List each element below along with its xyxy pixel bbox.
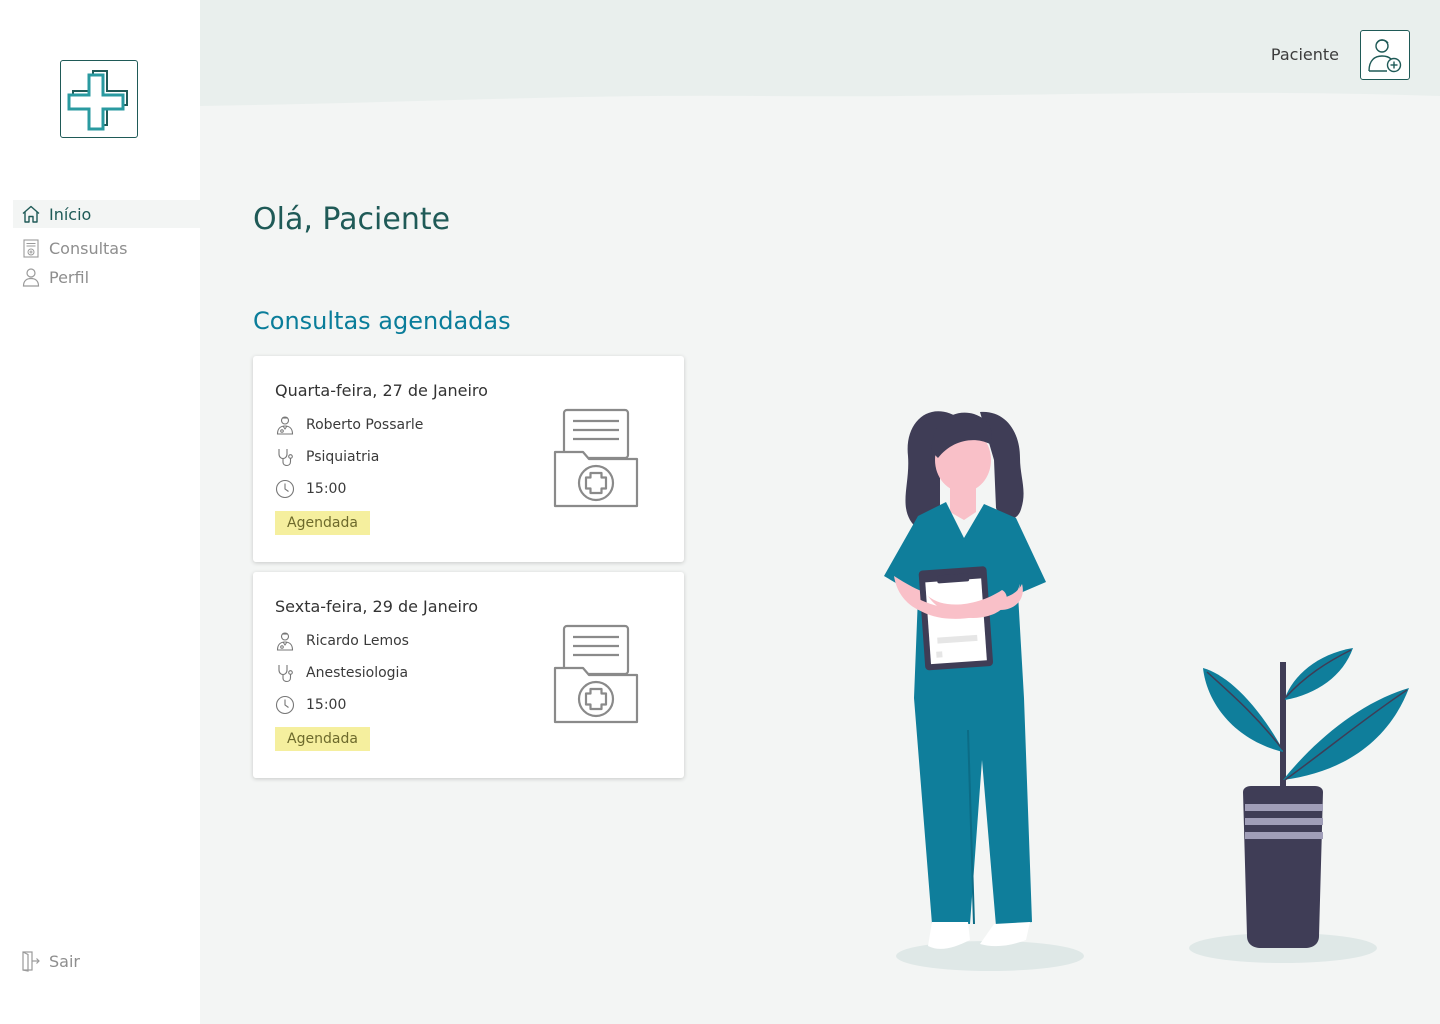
patient-avatar-icon [1368,39,1402,73]
sidebar-item-label: Perfil [49,267,90,287]
stethoscope-icon [278,665,293,683]
appointment-card[interactable]: Quarta-feira, 27 de Janeiro Roberto Poss… [253,356,684,562]
appointment-time: 15:00 [306,481,347,497]
specialty-name: Anestesiologia [306,665,409,681]
appointment-card[interactable]: Sexta-feira, 29 de Janeiro Ricardo Lemos… [253,572,684,778]
header-background [200,0,1440,106]
clock-icon [275,695,295,715]
sidebar-item-inicio[interactable]: Início [13,200,200,228]
app-logo[interactable] [60,60,138,138]
logout-button[interactable]: Sair [13,947,200,975]
user-avatar[interactable] [1360,30,1410,80]
status-badge: Agendada [275,727,370,751]
status-badge: Agendada [275,511,370,535]
user-icon [22,268,40,287]
appointment-time-row: 15:00 [275,479,346,499]
doctor-icon [276,632,294,651]
page-title: Olá, Paciente [253,202,451,237]
user-name-label: Paciente [1270,45,1339,64]
logout-icon [22,951,40,972]
stethoscope-icon [278,449,293,467]
logout-label: Sair [49,951,80,971]
appointment-doctor-row: Roberto Possarle [275,415,423,435]
appointment-specialty-row: Psiquiatria [275,447,379,467]
appointment-time: 15:00 [306,697,347,713]
doctor-icon [276,416,294,435]
medical-cross-icon [67,70,128,131]
sidebar-item-perfil[interactable]: Perfil [13,263,200,291]
appointment-date: Quarta-feira, 27 de Janeiro [275,381,488,400]
sidebar-item-consultas[interactable]: Consultas [13,234,200,262]
appointment-time-row: 15:00 [275,695,346,715]
nurse-illustration [884,411,1084,971]
appointment-doctor-row: Ricardo Lemos [275,631,409,651]
appointment-specialty-row: Anestesiologia [275,663,408,683]
sidebar-item-label: Consultas [49,238,128,258]
home-icon [22,205,40,223]
doctor-name: Roberto Possarle [306,417,424,433]
calendar-icon [23,239,39,258]
doctor-name: Ricardo Lemos [306,633,409,649]
plant-illustration [1189,648,1409,963]
sidebar-item-label: Início [49,204,92,224]
appointment-date: Sexta-feira, 29 de Janeiro [275,597,479,616]
medical-folder-icon [553,408,639,508]
medical-folder-icon [553,624,639,724]
clock-icon [275,479,295,499]
section-title: Consultas agendadas [253,307,511,335]
sidebar: Início Consultas Perfil Sair [0,0,200,1024]
specialty-name: Psiquiatria [306,449,380,465]
